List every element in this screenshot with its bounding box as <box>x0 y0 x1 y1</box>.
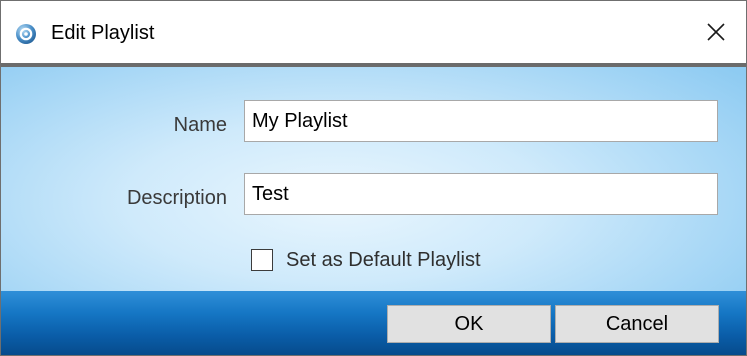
description-label: Description <box>126 187 227 209</box>
name-input[interactable] <box>244 100 718 142</box>
close-button[interactable] <box>686 1 746 63</box>
title-bar: Edit Playlist <box>1 1 746 63</box>
cancel-button[interactable]: Cancel <box>555 305 719 343</box>
edit-playlist-dialog: Edit Playlist Name Description Set as De… <box>0 0 747 356</box>
name-label: Name <box>173 114 227 136</box>
button-bar: OK Cancel <box>1 291 746 355</box>
description-input[interactable] <box>244 173 718 215</box>
default-playlist-label: Set as Default Playlist <box>286 248 481 271</box>
app-logo-icon <box>15 23 37 45</box>
dialog-title: Edit Playlist <box>51 22 155 44</box>
default-playlist-checkbox[interactable] <box>251 249 273 271</box>
close-icon <box>707 23 725 41</box>
ok-button[interactable]: OK <box>387 305 551 343</box>
default-playlist-option[interactable]: Set as Default Playlist <box>251 245 481 275</box>
dialog-content: Name Description Set as Default Playlist <box>1 67 746 291</box>
